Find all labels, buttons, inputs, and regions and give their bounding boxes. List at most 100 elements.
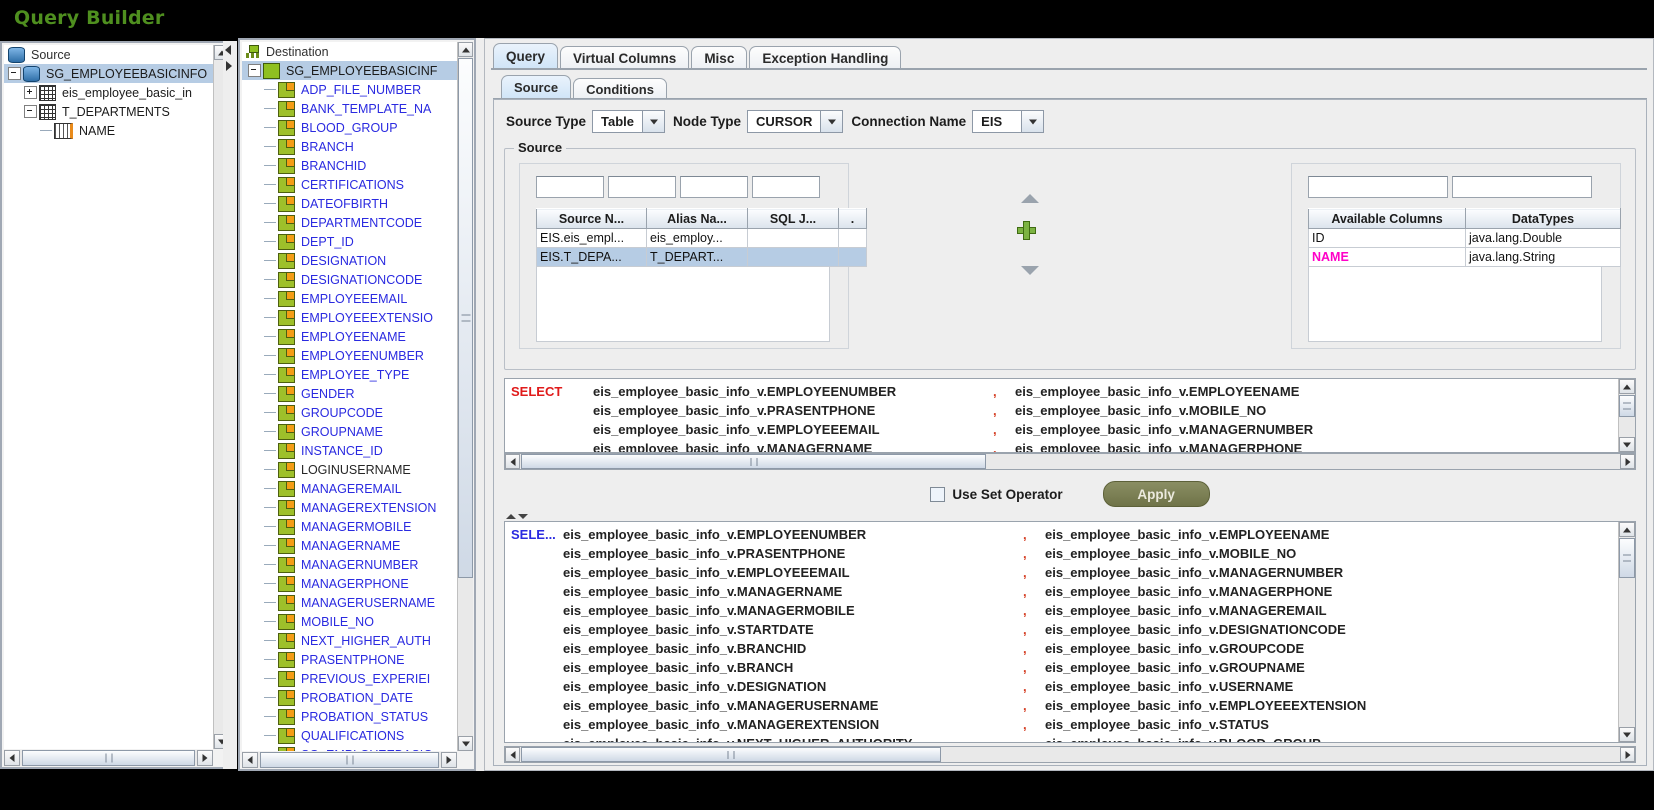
destination-column-node[interactable]: PREVIOUS_EXPERIEI	[242, 669, 458, 688]
destination-column-node[interactable]: LOGINUSERNAME	[242, 460, 458, 479]
scroll-thumb[interactable]	[521, 747, 941, 762]
destination-column-node[interactable]: BRANCH	[242, 137, 458, 156]
destination-column-node[interactable]: MANAGEREXTENSION	[242, 498, 458, 517]
sql-full-horizontal-scrollbar[interactable]	[504, 746, 1636, 763]
destination-root-node[interactable]: SG_EMPLOYEEBASICINF	[242, 61, 458, 80]
tab-exception-handling[interactable]: Exception Handling	[749, 46, 902, 70]
destination-column-node[interactable]: DESIGNATIONCODE	[242, 270, 458, 289]
pane-splitter-right[interactable]	[476, 38, 484, 771]
destination-column-node[interactable]: BLOOD_GROUP	[242, 118, 458, 137]
scroll-thumb[interactable]	[1619, 395, 1635, 417]
use-set-operator-row[interactable]: Use Set Operator	[930, 486, 1063, 502]
source-filter-input[interactable]	[608, 176, 676, 198]
column-header[interactable]: Alias Na...	[646, 208, 748, 229]
scroll-up-button[interactable]	[1619, 522, 1635, 537]
destination-column-node[interactable]: MANAGERPHONE	[242, 574, 458, 593]
node-type-combo[interactable]: CURSOR	[747, 110, 844, 133]
subtab-conditions[interactable]: Conditions	[573, 78, 667, 100]
destination-column-node[interactable]: MANAGEREMAIL	[242, 479, 458, 498]
scroll-down-button[interactable]	[458, 736, 473, 751]
destination-column-node[interactable]: ADP_FILE_NUMBER	[242, 80, 458, 99]
sql-full-box[interactable]: SELE... eis_employee_basic_info_v.EMPLOYE…	[504, 521, 1636, 743]
scroll-thumb[interactable]	[260, 752, 439, 768]
scroll-thumb[interactable]	[1619, 538, 1635, 578]
tab-query[interactable]: Query	[493, 43, 559, 69]
scroll-up-button[interactable]	[1619, 379, 1635, 394]
subtab-source[interactable]: Source	[501, 75, 572, 99]
destination-column-node[interactable]: MANAGERNUMBER	[242, 555, 458, 574]
scroll-left-button[interactable]	[505, 747, 520, 762]
lower-splitter[interactable]	[504, 512, 1636, 521]
scroll-left-button[interactable]	[505, 454, 520, 469]
source-tree-node[interactable]: SG_EMPLOYEEBASICINFO	[4, 64, 214, 83]
destination-column-node[interactable]: MANAGERMOBILE	[242, 517, 458, 536]
connection-name-combo[interactable]: EIS	[972, 110, 1045, 133]
column-header[interactable]: Source N...	[536, 208, 647, 229]
sql-preview-horizontal-scrollbar[interactable]	[504, 453, 1636, 470]
source-tree-node[interactable]: T_DEPARTMENTS	[4, 102, 214, 121]
destination-column-node[interactable]: GROUPCODE	[242, 403, 458, 422]
move-down-button[interactable]	[1021, 266, 1039, 293]
scroll-right-button[interactable]	[1620, 747, 1635, 762]
chevron-down-icon[interactable]	[821, 110, 844, 133]
tab-virtual-columns[interactable]: Virtual Columns	[560, 46, 690, 70]
splitter-up-icon[interactable]	[506, 514, 516, 519]
destination-column-node[interactable]: GENDER	[242, 384, 458, 403]
source-type-combo[interactable]: Table	[592, 110, 666, 133]
destination-column-node[interactable]: INSTANCE_ID	[242, 441, 458, 460]
destination-column-node[interactable]: BANK_TEMPLATE_NA	[242, 99, 458, 118]
available-filter-input[interactable]	[1452, 176, 1592, 198]
scroll-right-button[interactable]	[197, 750, 213, 766]
destination-column-node[interactable]: EMPLOYEE_TYPE	[242, 365, 458, 384]
scroll-thumb[interactable]	[458, 58, 473, 578]
destination-column-node[interactable]: EMPLOYEEEMAIL	[242, 289, 458, 308]
scroll-right-button[interactable]	[441, 752, 457, 768]
destination-tree[interactable]: Destination SG_EMPLOYEEBASICINF ADP_FILE_N…	[242, 42, 458, 751]
use-set-operator-checkbox[interactable]	[930, 486, 946, 502]
destination-column-node[interactable]: CERTIFICATIONS	[242, 175, 458, 194]
destination-column-node[interactable]: EMPLOYEEEXTENSIO	[242, 308, 458, 327]
column-header[interactable]: Available Columns	[1308, 208, 1466, 229]
available-columns-table[interactable]: Available Columns DataTypes ID java.lang.Do…	[1308, 208, 1621, 267]
destination-vertical-scrollbar[interactable]	[457, 42, 473, 751]
splitter-collapse-left-icon[interactable]	[225, 45, 231, 55]
source-tree-node[interactable]: NAME	[4, 121, 214, 140]
scroll-down-button[interactable]	[1619, 437, 1635, 452]
scroll-right-button[interactable]	[1620, 454, 1635, 469]
destination-column-node[interactable]: BRANCHID	[242, 156, 458, 175]
splitter-collapse-right-icon[interactable]	[226, 61, 232, 71]
source-table-empty-area[interactable]	[536, 267, 830, 342]
table-row[interactable]: NAME java.lang.String	[1308, 247, 1621, 267]
destination-column-node[interactable]: EMPLOYEENUMBER	[242, 346, 458, 365]
scroll-up-button[interactable]	[458, 42, 473, 57]
splitter-down-icon[interactable]	[518, 514, 528, 519]
destination-column-node[interactable]: GROUPNAME	[242, 422, 458, 441]
apply-button[interactable]: Apply	[1102, 481, 1210, 507]
destination-column-node[interactable]: PROBATION_DATE	[242, 688, 458, 707]
column-header[interactable]: SQL J...	[747, 208, 839, 229]
sql-full-vertical-scrollbar[interactable]	[1618, 522, 1635, 742]
chevron-down-icon[interactable]	[1022, 110, 1045, 133]
scroll-left-button[interactable]	[242, 752, 258, 768]
expand-toggle-icon[interactable]	[24, 86, 37, 99]
source-tree[interactable]: Source SG_EMPLOYEEBASICINFO eis_employee_b…	[4, 45, 214, 749]
destination-column-node[interactable]: NEXT_HIGHER_AUTH	[242, 631, 458, 650]
collapse-toggle-icon[interactable]	[8, 67, 21, 80]
column-header[interactable]: DataTypes	[1465, 208, 1621, 229]
destination-column-node[interactable]: DEPARTMENTCODE	[242, 213, 458, 232]
source-filter-input[interactable]	[680, 176, 748, 198]
sql-preview-box[interactable]: SELECT eis_employee_basic_info_v.EMPLOYEE…	[504, 378, 1636, 453]
scroll-thumb[interactable]	[22, 750, 195, 766]
sql-preview-vertical-scrollbar[interactable]	[1618, 379, 1635, 452]
table-row[interactable]: EIS.eis_empl... eis_employ...	[536, 228, 867, 248]
move-up-button[interactable]	[1021, 177, 1039, 203]
column-header[interactable]: .	[838, 208, 867, 229]
destination-column-node[interactable]: SG_EMPLOYEEBASIC	[242, 745, 458, 751]
destination-column-node[interactable]: PROBATION_STATUS	[242, 707, 458, 726]
tab-misc[interactable]: Misc	[691, 46, 748, 70]
destination-column-node[interactable]: MANAGERUSERNAME	[242, 593, 458, 612]
source-table[interactable]: Source N... Alias Na... SQL J.... EIS.eis_e…	[536, 208, 867, 267]
available-table-empty-area[interactable]	[1308, 267, 1602, 342]
destination-column-node[interactable]: MANAGERNAME	[242, 536, 458, 555]
collapse-toggle-icon[interactable]	[24, 105, 37, 118]
